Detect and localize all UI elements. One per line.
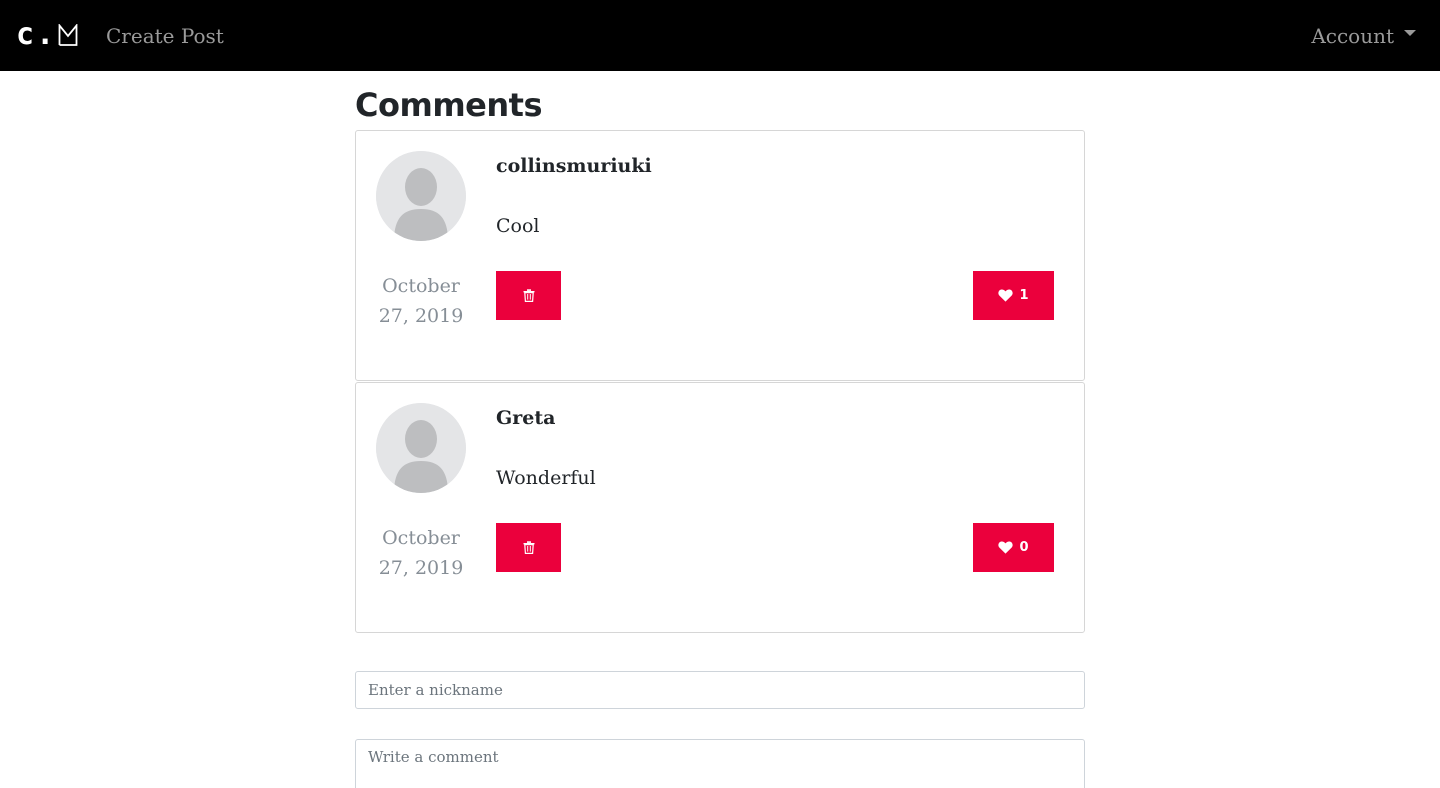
comment-date-day-year: 27, 2019 [378, 557, 464, 579]
user-silhouette-icon [376, 151, 466, 241]
avatar [376, 151, 466, 241]
caret-down-icon [1404, 30, 1416, 36]
delete-comment-button[interactable] [496, 523, 561, 572]
like-count: 0 [1019, 540, 1029, 555]
account-dropdown[interactable]: Account [1311, 22, 1416, 50]
brand-m-icon [58, 24, 78, 46]
comment-date-month: October [382, 527, 460, 549]
delete-comment-button[interactable] [496, 271, 561, 320]
account-label: Account [1311, 24, 1394, 48]
brand-logo[interactable]: c . [16, 18, 78, 52]
comment-author: collinsmuriuki [496, 155, 652, 177]
like-count: 1 [1019, 288, 1029, 303]
like-button[interactable]: 1 [973, 271, 1054, 320]
comment-author: Greta [496, 407, 556, 429]
heart-icon [998, 289, 1014, 302]
comment-card: October 27, 2019 Greta Wonderful 0 [355, 382, 1085, 633]
comment-date-day-year: 27, 2019 [378, 305, 464, 327]
trash-icon [523, 289, 534, 302]
user-silhouette-icon [376, 403, 466, 493]
comment-card: October 27, 2019 collinsmuriuki Cool 1 [355, 130, 1085, 381]
heart-icon [998, 541, 1014, 554]
comment-date-month: October [382, 275, 460, 297]
comment-textarea[interactable] [355, 739, 1085, 788]
top-navbar: c . Create Post Account [0, 0, 1440, 71]
create-post-link[interactable]: Create Post [106, 22, 224, 50]
comment-date: October 27, 2019 [366, 271, 476, 331]
comments-heading: Comments [355, 86, 542, 124]
comment-text: Cool [496, 215, 540, 237]
brand-letter-c: c [16, 17, 35, 52]
brand-dot: . [36, 17, 55, 52]
comment-date: October 27, 2019 [366, 523, 476, 583]
avatar [376, 403, 466, 493]
trash-icon [523, 541, 534, 554]
nickname-input[interactable] [355, 671, 1085, 709]
like-button[interactable]: 0 [973, 523, 1054, 572]
comment-text: Wonderful [496, 467, 596, 489]
